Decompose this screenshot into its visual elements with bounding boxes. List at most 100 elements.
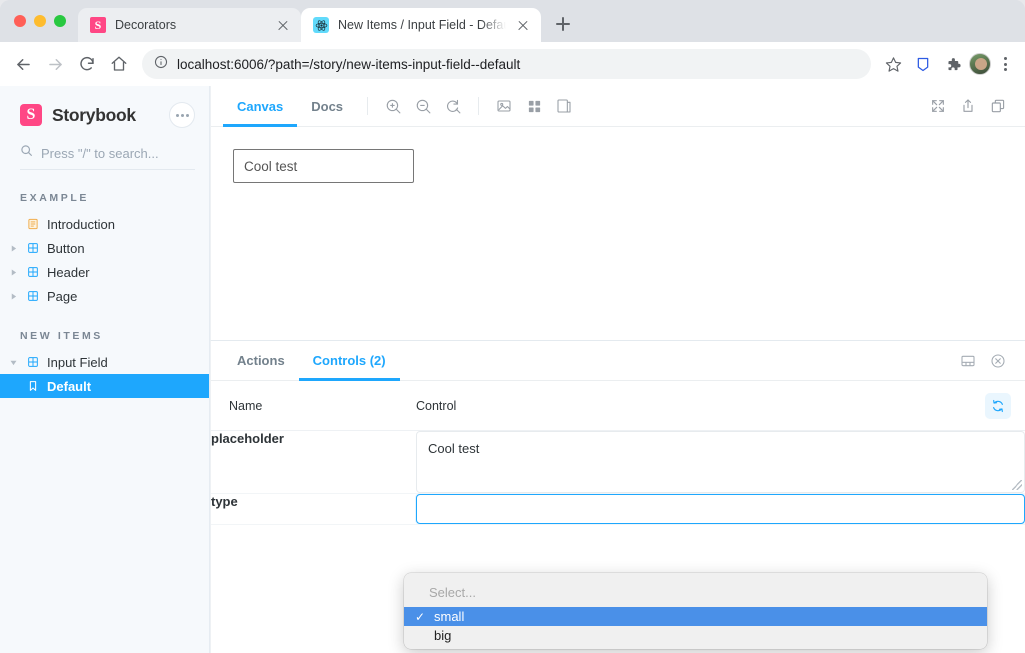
select-option-placeholder[interactable]: Select... <box>404 577 987 607</box>
sidebar-item-label: Introduction <box>47 216 115 232</box>
extensions-puzzle-icon[interactable] <box>939 50 967 78</box>
measure-icon[interactable] <box>549 91 579 121</box>
new-tab-button[interactable] <box>549 10 577 38</box>
table-row: type <box>211 493 1025 525</box>
reload-icon[interactable] <box>72 49 102 79</box>
avatar[interactable] <box>969 53 991 75</box>
zoom-in-icon[interactable] <box>378 91 408 121</box>
tab-controls[interactable]: Controls (2) <box>298 341 400 381</box>
background-icon[interactable] <box>489 91 519 121</box>
address-bar[interactable]: localhost:6006/?path=/story/new-items-in… <box>142 49 871 79</box>
close-icon[interactable] <box>515 17 531 33</box>
component-icon <box>26 266 39 279</box>
chevron-right-icon[interactable] <box>8 293 18 300</box>
close-window-button[interactable] <box>14 15 26 27</box>
chrome-menu-icon[interactable] <box>993 52 1017 76</box>
sidebar-item-button[interactable]: Button <box>0 236 209 260</box>
select-option-label: big <box>434 627 452 643</box>
control-name-placeholder: placeholder <box>211 430 416 494</box>
storybook-icon: S <box>90 17 106 33</box>
browser-tab-strip: S Decorators New Items / Input Field - D… <box>0 0 1025 42</box>
control-cell-placeholder: Cool test <box>416 430 1025 494</box>
table-row: placeholder Cool test <box>211 430 1025 494</box>
sidebar-item-page[interactable]: Page <box>0 284 209 308</box>
control-cell-type <box>416 493 1025 525</box>
window-controls <box>10 0 78 42</box>
reset-controls-icon[interactable] <box>985 393 1011 419</box>
sidebar-item-label: Button <box>47 240 85 256</box>
table-header-row: Name Control <box>211 381 1025 431</box>
column-header-actions <box>965 381 1025 431</box>
story-icon <box>26 380 39 393</box>
chevron-down-icon[interactable] <box>8 359 18 366</box>
browser-toolbar: localhost:6006/?path=/story/new-items-in… <box>0 42 1025 86</box>
main-content: Canvas Docs Cool test Actions Controls (… <box>210 86 1025 653</box>
tab-docs[interactable]: Docs <box>297 86 357 127</box>
zoom-reset-icon[interactable] <box>438 91 468 121</box>
sidebar-section-new-items: NEW ITEMS <box>20 330 103 342</box>
column-header-name: Name <box>211 381 416 431</box>
browser-tab-storybook-story[interactable]: New Items / Input Field - Default <box>301 8 541 42</box>
sidebar-menu-button[interactable] <box>169 102 195 128</box>
site-info-icon[interactable] <box>154 55 168 74</box>
bookmark-star-icon[interactable] <box>879 50 907 78</box>
chevron-right-icon[interactable] <box>8 269 18 276</box>
tab-canvas[interactable]: Canvas <box>223 86 298 127</box>
preview-pane: Canvas Docs Cool test <box>210 86 1025 341</box>
copy-icon[interactable] <box>983 91 1013 121</box>
divider <box>478 97 480 115</box>
component-icon <box>26 290 39 303</box>
sidebar-item-label: Page <box>47 288 78 304</box>
sidebar: S Storybook Press "/" to search... EXAMP… <box>0 86 210 653</box>
addon-tabs: Actions Controls (2) <box>211 341 1025 381</box>
preview-toolbar: Canvas Docs <box>211 86 1025 127</box>
select-option-small[interactable]: ✓ small <box>404 607 987 626</box>
sidebar-item-input-field[interactable]: Input Field <box>0 350 209 374</box>
sidebar-item-label: Header <box>47 264 90 280</box>
home-icon[interactable] <box>104 49 134 79</box>
type-select[interactable] <box>416 494 1025 524</box>
zoom-out-icon[interactable] <box>408 91 438 121</box>
select-dropdown-popup[interactable]: Select... ✓ small big <box>404 573 987 649</box>
placeholder-textarea[interactable]: Cool test <box>416 431 1025 493</box>
browser-window: S Decorators New Items / Input Field - D… <box>0 0 1025 653</box>
sidebar-item-introduction[interactable]: Introduction <box>0 212 209 236</box>
browser-tab-decorators[interactable]: S Decorators <box>78 8 301 42</box>
sidebar-item-header[interactable]: Header <box>0 260 209 284</box>
component-icon <box>26 356 39 369</box>
brand-title: Storybook <box>52 104 136 125</box>
document-icon <box>26 218 39 231</box>
search-icon <box>20 144 33 162</box>
close-icon[interactable] <box>275 17 291 33</box>
story-canvas: Cool test <box>211 127 1025 340</box>
react-icon <box>313 17 329 33</box>
storybook-logo-icon: S <box>20 104 42 126</box>
search-input[interactable]: Press "/" to search... <box>20 144 195 170</box>
select-option-big[interactable]: big <box>404 626 987 644</box>
divider <box>367 97 369 115</box>
check-icon: ✓ <box>415 609 426 624</box>
url-text: localhost:6006/?path=/story/new-items-in… <box>177 56 521 72</box>
share-icon[interactable] <box>953 91 983 121</box>
fullscreen-icon[interactable] <box>923 91 953 121</box>
extension-shield-icon[interactable] <box>909 50 937 78</box>
tab-title: Decorators <box>115 18 177 32</box>
sidebar-item-default[interactable]: Default <box>0 374 209 398</box>
chevron-right-icon[interactable] <box>8 245 18 252</box>
story-input-field[interactable]: Cool test <box>233 149 414 183</box>
back-icon[interactable] <box>8 49 38 79</box>
tab-actions[interactable]: Actions <box>223 341 299 381</box>
tab-title: New Items / Input Field - Default <box>338 18 506 32</box>
close-panel-icon[interactable] <box>983 346 1013 376</box>
column-header-control: Control <box>416 381 965 431</box>
maximize-window-button[interactable] <box>54 15 66 27</box>
sidebar-section-example: EXAMPLE <box>20 192 89 204</box>
panel-position-icon[interactable] <box>953 346 983 376</box>
minimize-window-button[interactable] <box>34 15 46 27</box>
storybook-app: S Storybook Press "/" to search... EXAMP… <box>0 86 1025 653</box>
forward-icon[interactable] <box>40 49 70 79</box>
grid-icon[interactable] <box>519 91 549 121</box>
sidebar-header: S Storybook <box>0 86 209 138</box>
select-option-label: small <box>434 609 465 624</box>
sidebar-item-label: Input Field <box>47 354 108 370</box>
